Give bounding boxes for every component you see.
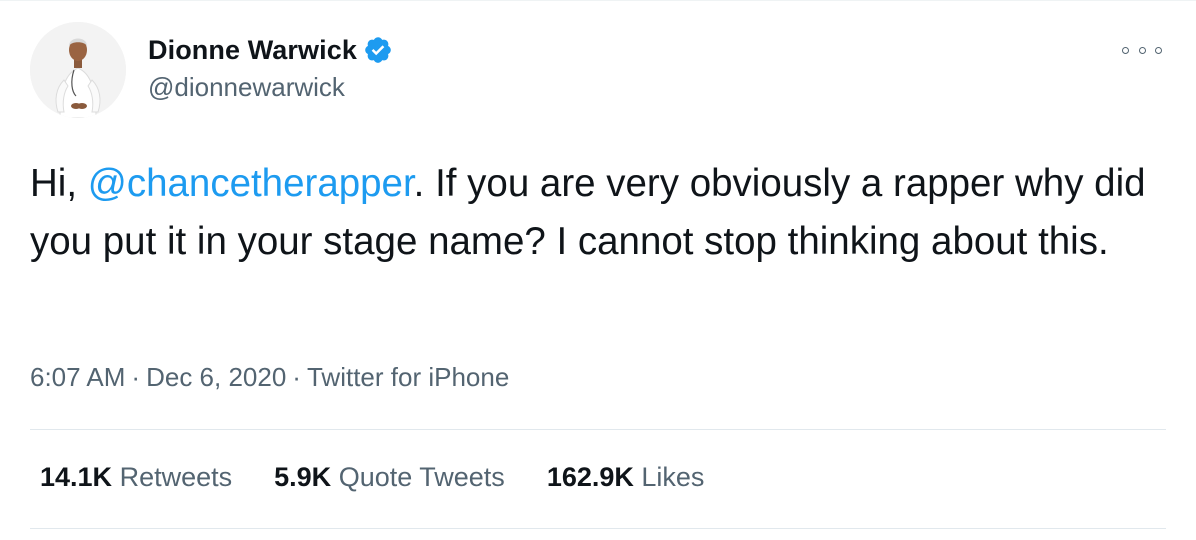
divider bbox=[30, 429, 1166, 430]
tweet-card: Dionne Warwick @dionnewarwick Hi, @chanc… bbox=[0, 0, 1196, 540]
verified-badge-icon bbox=[363, 35, 393, 65]
tweet-text-start: Hi, bbox=[30, 162, 88, 205]
tweet-time[interactable]: 6:07 AM bbox=[30, 362, 125, 393]
retweets-label: Retweets bbox=[119, 462, 233, 492]
quote-tweets-count: 5.9K bbox=[274, 462, 332, 492]
avatar-image bbox=[30, 22, 126, 118]
more-options-icon[interactable] bbox=[1122, 38, 1162, 62]
retweets-stat[interactable]: 14.1K Retweets bbox=[40, 462, 232, 493]
author-block: Dionne Warwick @dionnewarwick bbox=[148, 32, 393, 103]
tweet-meta: 6:07 AM · Dec 6, 2020 · Twitter for iPhone bbox=[30, 362, 509, 393]
more-dot bbox=[1122, 46, 1129, 54]
top-border bbox=[0, 0, 1196, 1]
meta-separator: · bbox=[131, 362, 141, 392]
meta-separator: · bbox=[292, 362, 301, 392]
quote-tweets-stat[interactable]: 5.9K Quote Tweets bbox=[274, 462, 505, 493]
more-dot bbox=[1155, 46, 1162, 54]
divider bbox=[30, 528, 1166, 529]
tweet-date[interactable]: Dec 6, 2020 bbox=[146, 362, 286, 393]
likes-count: 162.9K bbox=[546, 462, 634, 492]
likes-label: Likes bbox=[641, 462, 705, 492]
likes-stat[interactable]: 162.9K Likes bbox=[547, 462, 705, 493]
display-name[interactable]: Dionne Warwick bbox=[148, 35, 357, 66]
tweet-stats: 14.1K Retweets 5.9K Quote Tweets 162.9K … bbox=[40, 462, 746, 493]
retweets-count: 14.1K bbox=[40, 462, 113, 492]
more-dot bbox=[1138, 46, 1146, 54]
avatar[interactable] bbox=[30, 22, 126, 118]
name-row: Dionne Warwick bbox=[148, 32, 393, 68]
mention-link[interactable]: @chancetherapper bbox=[88, 162, 414, 205]
tweet-text: Hi, @chancetherapper. If you are very ob… bbox=[30, 155, 1170, 271]
author-handle[interactable]: @dionnewarwick bbox=[148, 72, 393, 103]
tweet-source[interactable]: Twitter for iPhone bbox=[307, 362, 509, 393]
quote-tweets-label: Quote Tweets bbox=[338, 462, 505, 492]
